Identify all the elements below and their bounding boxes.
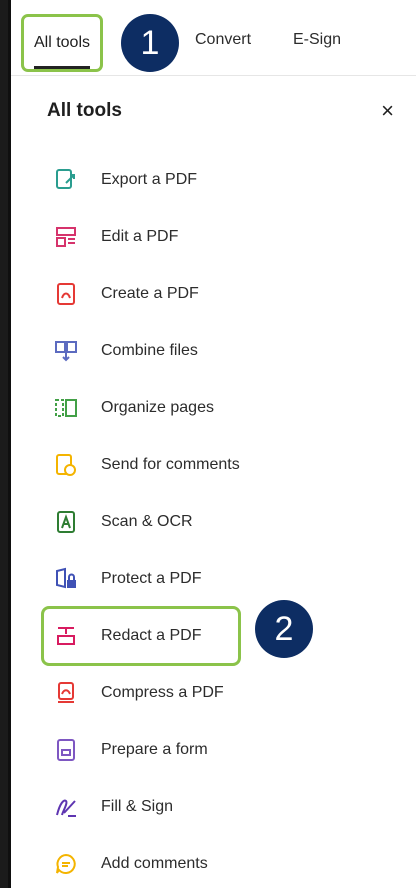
prepare-form-icon <box>53 737 79 763</box>
top-tab-bar: All tools 1 Convert E-Sign <box>11 0 416 76</box>
organize-pages-icon <box>53 395 79 421</box>
fill-sign-icon <box>53 794 79 820</box>
close-icon[interactable]: × <box>381 98 394 124</box>
tool-label: Protect a PDF <box>101 570 202 587</box>
tool-label: Edit a PDF <box>101 228 179 245</box>
tool-protect-pdf[interactable]: Protect a PDF <box>53 559 353 599</box>
tool-label: Add comments <box>101 855 208 872</box>
tab-all-tools[interactable]: All tools <box>21 14 103 72</box>
compress-pdf-icon <box>53 680 79 706</box>
tool-label: Scan & OCR <box>101 513 193 530</box>
callout-number-1: 1 <box>140 23 160 62</box>
tool-create-pdf[interactable]: Create a PDF <box>53 274 353 314</box>
tool-label: Send for comments <box>101 456 240 473</box>
protect-pdf-icon <box>53 566 79 592</box>
tool-compress-pdf[interactable]: Compress a PDF <box>53 673 353 713</box>
edit-pdf-icon <box>53 224 79 250</box>
tool-label: Export a PDF <box>101 171 198 188</box>
tab-convert[interactable]: Convert <box>195 31 251 49</box>
tool-redact-pdf[interactable]: Redact a PDF <box>53 616 353 656</box>
active-tab-underline <box>34 66 90 69</box>
create-pdf-icon <box>53 281 79 307</box>
tab-all-tools-label: All tools <box>33 34 91 51</box>
combine-files-icon <box>53 338 79 364</box>
tool-label: Fill & Sign <box>101 798 174 815</box>
callout-badge-1: 1 <box>121 14 179 72</box>
send-comments-icon <box>53 452 79 478</box>
all-tools-panel: All tools 1 Convert E-Sign All tools × 2… <box>8 0 416 888</box>
tool-organize-pages[interactable]: Organize pages <box>53 388 353 428</box>
tool-label: Prepare a form <box>101 741 208 758</box>
tool-fill-sign[interactable]: Fill & Sign <box>53 787 353 827</box>
scan-ocr-icon <box>53 509 79 535</box>
add-comments-icon <box>53 851 79 877</box>
tool-combine-files[interactable]: Combine files <box>53 331 353 371</box>
tool-label: Combine files <box>101 342 198 359</box>
tool-prepare-form[interactable]: Prepare a form <box>53 730 353 770</box>
tool-edit-pdf[interactable]: Edit a PDF <box>53 217 353 257</box>
tool-export-pdf[interactable]: Export a PDF <box>53 160 353 200</box>
tool-send-for-comments[interactable]: Send for comments <box>53 445 353 485</box>
tab-esign[interactable]: E-Sign <box>293 31 341 49</box>
tool-scan-ocr[interactable]: Scan & OCR <box>53 502 353 542</box>
tool-label: Redact a PDF <box>101 627 202 644</box>
tool-add-comments[interactable]: Add comments <box>53 844 353 884</box>
tool-label: Create a PDF <box>101 285 199 302</box>
tool-label: Organize pages <box>101 399 214 416</box>
redact-pdf-icon <box>53 623 79 649</box>
export-pdf-icon <box>53 167 79 193</box>
panel-title: All tools <box>47 100 122 121</box>
tool-label: Compress a PDF <box>101 684 224 701</box>
